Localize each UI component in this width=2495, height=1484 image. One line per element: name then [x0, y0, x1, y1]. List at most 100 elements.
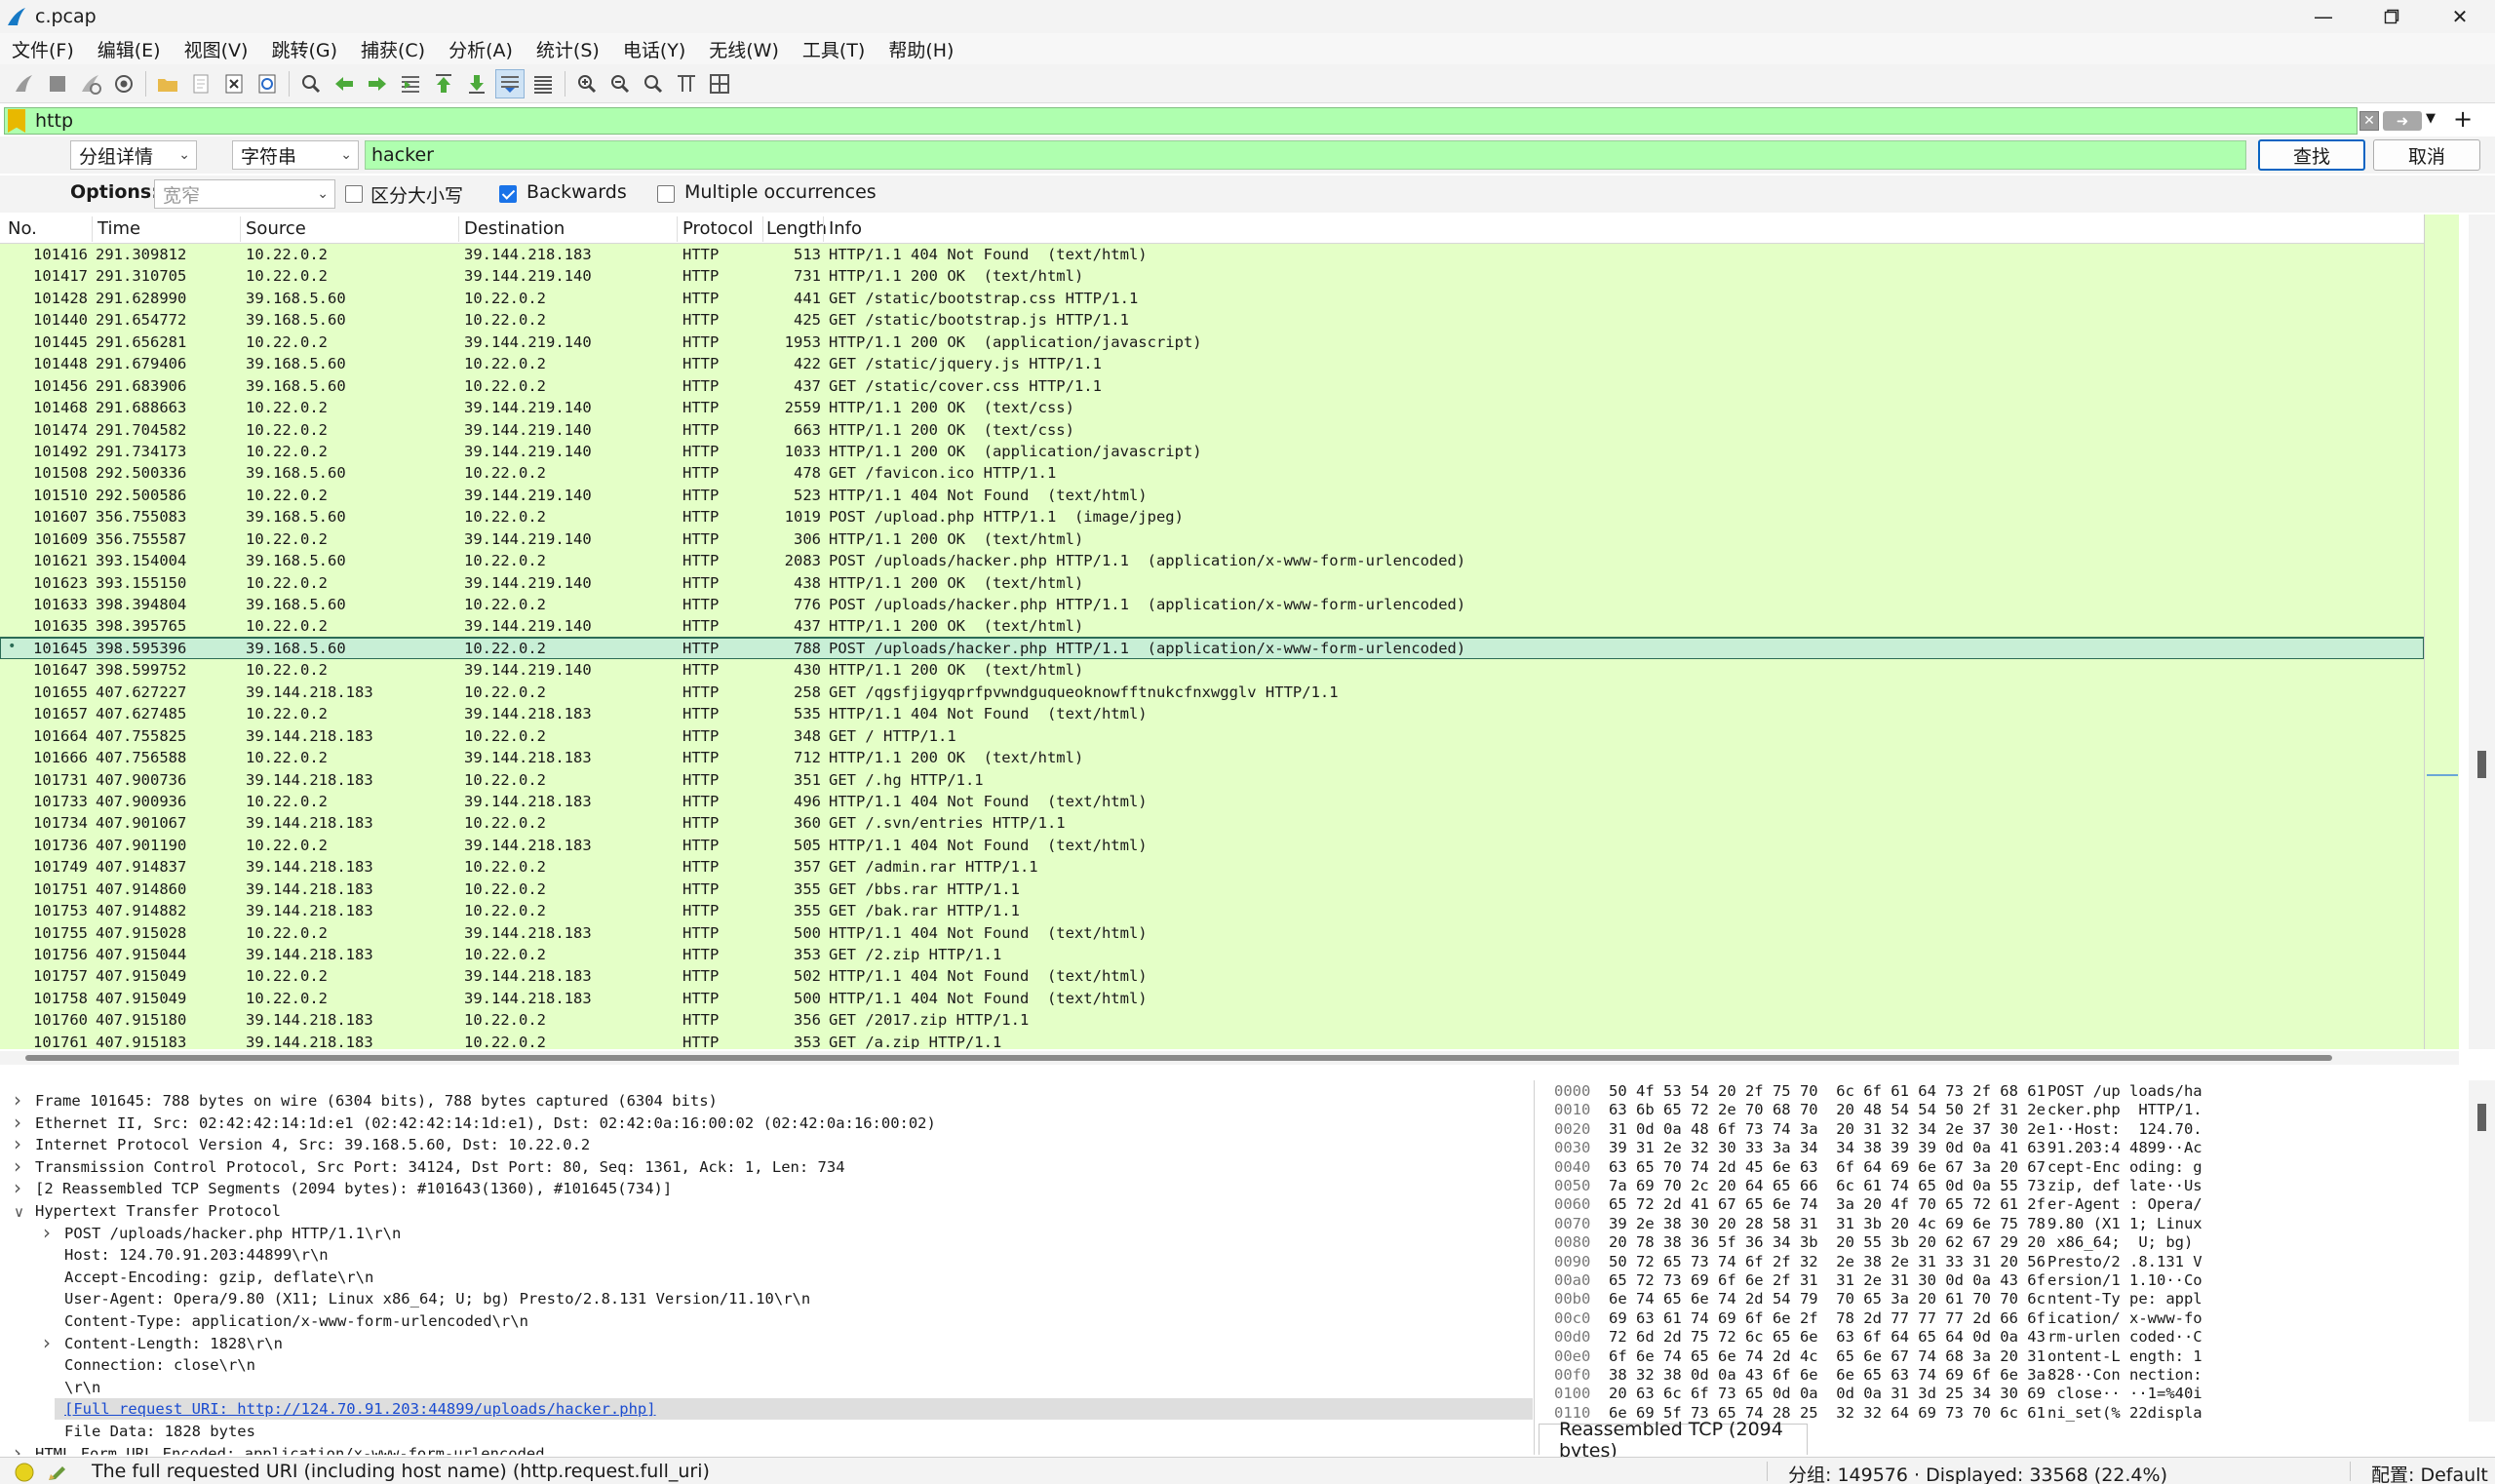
go-back-icon[interactable] [330, 69, 359, 98]
packet-row[interactable]: 101734 407.901067 39.144.218.183 10.22.0.2 H… [0, 812, 2424, 835]
hex-bytes[interactable]: 72 6d 2d 75 72 6c 65 6e 63 6f 64 65 64 0… [1609, 1328, 2046, 1346]
packet-row[interactable]: 101664 407.755825 39.144.218.183 10.22.0.2 H… [0, 724, 2424, 748]
packet-row[interactable]: 101757 407.915049 10.22.0.2 39.144.218.183 H… [0, 965, 2424, 988]
packet-row[interactable]: 101657 407.627485 10.22.0.2 39.144.218.183 H… [0, 703, 2424, 725]
column-protocol[interactable]: Protocol [682, 218, 754, 239]
hex-offset[interactable]: 0050 [1554, 1177, 1590, 1194]
hex-bytes[interactable]: 20 63 6c 6f 73 65 0d 0a 0d 0a 31 3d 25 3… [1609, 1385, 2046, 1402]
hex-bytes[interactable]: 7a 69 70 2c 20 64 65 66 6c 61 74 65 0d 0… [1609, 1177, 2046, 1194]
hex-bytes[interactable]: 39 31 2e 32 30 33 3a 34 34 38 39 39 0d 0… [1609, 1139, 2046, 1156]
hex-offset[interactable]: 0060 [1554, 1195, 1590, 1213]
column-divider[interactable] [677, 216, 678, 242]
colorize-icon[interactable] [528, 69, 558, 98]
packet-row[interactable]: 101755 407.915028 10.22.0.2 39.144.218.183 H… [0, 921, 2424, 944]
column-source[interactable]: Source [246, 218, 306, 239]
hex-bytes[interactable]: 39 2e 38 30 20 28 58 31 31 3b 20 4c 69 6… [1609, 1215, 2046, 1232]
packet-row[interactable]: 101445 291.656281 10.22.0.2 39.144.219.140 H… [0, 331, 2424, 354]
chevron-right-icon[interactable]: › [43, 1331, 51, 1354]
hex-bytes[interactable]: 69 63 61 74 69 6f 6e 2f 78 2d 77 77 77 2… [1609, 1309, 2046, 1327]
charset-select[interactable]: 宽窄 ⌄ [154, 179, 335, 209]
maximize-icon[interactable] [2358, 0, 2426, 33]
menu-capture[interactable]: 捕获(C) [349, 36, 437, 62]
find-button[interactable]: 查找 [2258, 139, 2365, 171]
hex-bytes[interactable]: 6e 74 65 6e 74 2d 54 79 70 65 3a 20 61 7… [1609, 1290, 2046, 1308]
packet-row[interactable]: 101731 407.900736 39.144.218.183 10.22.0.2 H… [0, 768, 2424, 791]
packet-row[interactable]: 101428 291.628990 39.168.5.60 10.22.0.2 HTTP… [0, 287, 2424, 310]
reload-file-icon[interactable] [253, 69, 282, 98]
zoom-out-icon[interactable] [605, 69, 635, 98]
packet-row[interactable]: 101655 407.627227 39.144.218.183 10.22.0.2 H… [0, 681, 2424, 704]
hex-bytes[interactable]: 38 32 38 0d 0a 43 6f 6e 6e 65 63 74 69 6… [1609, 1366, 2046, 1384]
filter-dropdown-icon[interactable]: ▼ [2426, 111, 2436, 126]
chevron-right-icon[interactable]: › [14, 1441, 21, 1455]
column-divider[interactable] [823, 216, 824, 242]
packet-row[interactable]: 101468 291.688663 10.22.0.2 39.144.219.140 H… [0, 397, 2424, 419]
hex-offset[interactable]: 0030 [1554, 1139, 1590, 1156]
packet-row[interactable]: 101761 407.915183 39.144.218.183 10.22.0.2 H… [0, 1031, 2424, 1049]
hex-bytes[interactable]: 63 65 70 74 2d 45 6e 63 6f 64 69 6e 67 3… [1609, 1158, 2046, 1176]
hex-ascii[interactable]: er-Agent : Opera/ [2047, 1195, 2203, 1213]
packet-row[interactable]: 101621 393.154004 39.168.5.60 10.22.0.2 HTTP… [0, 550, 2424, 572]
packet-minimap[interactable] [2424, 215, 2459, 1049]
resize-columns-icon[interactable] [672, 69, 701, 98]
column-divider[interactable] [240, 216, 241, 242]
expert-info-icon[interactable] [14, 1462, 35, 1483]
packet-list-scrollbar[interactable] [2469, 215, 2495, 1049]
menu-tools[interactable]: 工具(T) [791, 36, 877, 62]
detail-line[interactable]: POST /uploads/hacker.php HTTP/1.1\r\n [64, 1225, 401, 1242]
packet-row[interactable]: 101633 398.394804 39.168.5.60 10.22.0.2 HTTP… [0, 594, 2424, 616]
detail-line[interactable]: [2 Reassembled TCP Segments (2094 bytes)… [35, 1180, 672, 1197]
hex-bytes[interactable]: 65 72 73 69 6f 6e 2f 31 31 2e 31 30 0d 0… [1609, 1271, 2046, 1289]
hex-offset[interactable]: 0000 [1554, 1082, 1590, 1100]
packet-row[interactable]: 101440 291.654772 39.168.5.60 10.22.0.2 HTTP… [0, 309, 2424, 332]
case-sensitive-checkbox[interactable] [345, 185, 363, 203]
packet-list-hscrollbar[interactable] [0, 1051, 2459, 1065]
hex-offset[interactable]: 00e0 [1554, 1347, 1590, 1365]
packet-row[interactable]: 101756 407.915044 39.144.218.183 10.22.0.2 H… [0, 944, 2424, 966]
detail-line[interactable]: Frame 101645: 788 bytes on wire (6304 bi… [35, 1092, 718, 1110]
detail-line[interactable]: HTML Form URL Encoded: application/x-www… [35, 1445, 545, 1455]
detail-line[interactable]: Ethernet II, Src: 02:42:42:14:1d:e1 (02:… [35, 1114, 936, 1132]
detail-line[interactable]: Host: 124.70.91.203:44899\r\n [64, 1246, 329, 1264]
hex-bytes[interactable]: 50 72 65 73 74 6f 2f 32 2e 38 2e 31 33 3… [1609, 1253, 2046, 1270]
packet-row-selected[interactable]: 101645 398.595396 39.168.5.60 10.22.0.2 HTTP… [0, 636, 2424, 661]
hex-ascii[interactable]: Presto/2 .8.131 V [2047, 1253, 2203, 1270]
packet-row[interactable]: 101508 292.500336 39.168.5.60 10.22.0.2 HTTP… [0, 462, 2424, 485]
detail-line[interactable]: Internet Protocol Version 4, Src: 39.168… [35, 1136, 590, 1153]
hex-ascii[interactable]: rm-urlen coded··C [2047, 1328, 2203, 1346]
packet-row[interactable]: 101751 407.914860 39.144.218.183 10.22.0.2 H… [0, 878, 2424, 901]
packet-row[interactable]: 101733 407.900936 10.22.0.2 39.144.218.183 H… [0, 790, 2424, 813]
zoom-normal-icon[interactable] [639, 69, 668, 98]
restart-capture-icon[interactable] [76, 69, 105, 98]
chevron-right-icon[interactable]: › [14, 1088, 21, 1112]
packet-row[interactable]: 101758 407.915049 10.22.0.2 39.144.218.183 H… [0, 987, 2424, 1010]
scrollbar-thumb[interactable] [25, 1055, 2332, 1061]
hex-bytes[interactable]: 6f 6e 74 65 6e 74 2d 4c 65 6e 67 74 68 3… [1609, 1347, 2046, 1365]
hex-offset[interactable]: 0040 [1554, 1158, 1590, 1176]
column-time[interactable]: Time [97, 218, 140, 239]
hex-ascii[interactable]: ication/ x-www-fo [2047, 1309, 2203, 1327]
column-no[interactable]: No. [8, 218, 37, 239]
packet-bytes-pane[interactable]: 0000 50 4f 53 54 20 2f 75 70 6c 6f 61 64 … [1539, 1080, 2469, 1422]
menu-view[interactable]: 视图(V) [173, 36, 260, 62]
close-icon[interactable]: ✕ [2426, 0, 2494, 33]
column-divider[interactable] [458, 216, 459, 242]
chevron-right-icon[interactable]: › [14, 1176, 21, 1199]
go-first-icon[interactable] [429, 69, 458, 98]
packet-row[interactable]: 101760 407.915180 39.144.218.183 10.22.0.2 H… [0, 1009, 2424, 1032]
packet-details-tree[interactable]: › Frame 101645: 788 bytes on wire (6304 b… [0, 1080, 1535, 1455]
menu-file[interactable]: 文件(F) [0, 36, 86, 62]
hex-ascii[interactable]: zip, def late··Us [2047, 1177, 2203, 1194]
hex-ascii[interactable]: 9.80 (X1 1; Linux [2047, 1215, 2203, 1232]
search-in-select[interactable]: 分组详情 ⌄ [70, 140, 197, 170]
hex-offset[interactable]: 0010 [1554, 1101, 1590, 1118]
detail-line[interactable]: Content-Type: application/x-www-form-url… [64, 1312, 528, 1330]
hex-offset[interactable]: 00d0 [1554, 1328, 1590, 1346]
capture-comment-icon[interactable] [45, 1461, 68, 1484]
hex-ascii[interactable]: x86_64; U; bg) [2047, 1233, 2203, 1251]
search-type-select[interactable]: 字符串 ⌄ [232, 140, 359, 170]
auto-scroll-icon[interactable] [495, 68, 525, 98]
hex-offset[interactable]: 00c0 [1554, 1309, 1590, 1327]
detail-line[interactable]: \r\n [64, 1379, 100, 1396]
hex-bytes[interactable]: 50 4f 53 54 20 2f 75 70 6c 6f 61 64 73 2… [1609, 1082, 2046, 1100]
